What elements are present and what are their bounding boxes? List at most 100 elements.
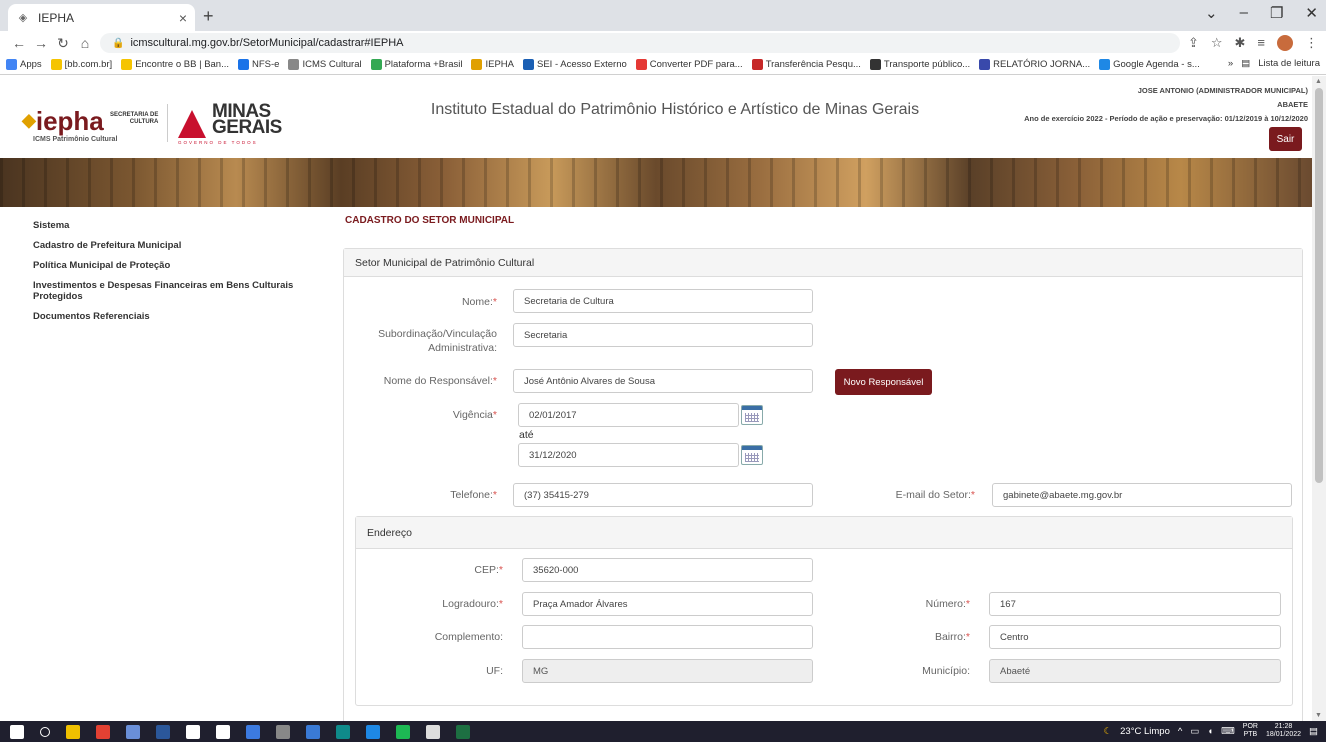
taskbar-app-icon[interactable]: [456, 724, 470, 739]
bookmark-item[interactable]: IEPHA: [471, 59, 514, 70]
taskbar-app-icon[interactable]: [396, 724, 410, 739]
bookmark-star-icon[interactable]: ☆: [1211, 35, 1223, 51]
tab-close-icon[interactable]: ×: [179, 10, 187, 26]
taskbar-app-icon[interactable]: [246, 724, 260, 739]
browser-tab[interactable]: ◈ IEPHA ×: [8, 4, 195, 31]
extensions-icon[interactable]: ✱: [1235, 35, 1246, 51]
bookmark-item[interactable]: ICMS Cultural: [288, 59, 362, 70]
bairro-field[interactable]: Centro: [989, 625, 1281, 649]
bookmark-item[interactable]: NFS-e: [238, 59, 279, 70]
user-name: JOSE ANTONIO (ADMINISTRADOR MUNICIPAL): [1137, 86, 1308, 95]
keyboard-icon[interactable]: ⌨: [1221, 726, 1235, 737]
telefone-field[interactable]: (37) 35415-279: [513, 483, 813, 507]
sidebar-item-cadastro-prefeitura[interactable]: Cadastro de Prefeitura Municipal: [33, 240, 323, 251]
sidebar-item-sistema[interactable]: Sistema: [33, 220, 323, 231]
window-close-icon[interactable]: ✕: [1305, 4, 1318, 22]
bairro-label: Bairro:*: [880, 630, 970, 644]
home-icon[interactable]: ⌂: [74, 35, 96, 51]
sidebar-item-documentos[interactable]: Documentos Referenciais: [33, 311, 323, 322]
bookmark-item[interactable]: Plataforma +Brasil: [370, 59, 462, 70]
subordinacao-label: Subordinação/Vinculação Administrativa:: [378, 328, 497, 354]
clock-time: 21:28: [1274, 723, 1293, 730]
taskbar-app-icon[interactable]: [306, 724, 320, 739]
calendar-icon[interactable]: [741, 405, 763, 425]
minimize-icon[interactable]: –: [1240, 4, 1248, 22]
network-icon[interactable]: ▭: [1190, 726, 1199, 737]
reading-queue-icon[interactable]: ≡: [1257, 35, 1265, 51]
new-tab-button[interactable]: +: [203, 6, 214, 27]
bookmark-item[interactable]: Transferência Pesqu...: [751, 59, 861, 70]
taskbar-app-icon[interactable]: [336, 724, 350, 739]
calendar-icon[interactable]: [741, 445, 763, 465]
taskbar-app-icon[interactable]: [366, 724, 380, 739]
taskbar-app-icon[interactable]: [216, 724, 230, 739]
municipio-label: Município:: [922, 665, 970, 677]
input-language[interactable]: POR PTB: [1243, 723, 1258, 739]
notifications-icon[interactable]: ▤: [1309, 726, 1318, 737]
sidebar-item-investimentos[interactable]: Investimentos e Despesas Financeiras em …: [33, 280, 323, 302]
volume-icon[interactable]: ◖: [1207, 726, 1213, 737]
novo-responsavel-button[interactable]: Novo Responsável: [835, 369, 932, 395]
taskbar-app-icon[interactable]: [156, 724, 170, 739]
responsavel-field[interactable]: José Antônio Alvares de Sousa: [513, 369, 813, 393]
cep-field[interactable]: 35620-000: [522, 558, 813, 582]
municipio-field[interactable]: Abaeté: [989, 659, 1281, 683]
bookmark-item[interactable]: [bb.com.br]: [50, 59, 112, 70]
bookmark-item[interactable]: SEI - Acesso Externo: [523, 59, 627, 70]
tab-search-icon[interactable]: ⌄: [1205, 4, 1218, 22]
clock[interactable]: 21:28 18/01/2022: [1266, 723, 1301, 739]
menu-icon[interactable]: ⋮: [1305, 35, 1318, 51]
subordinacao-field[interactable]: Secretaria: [513, 323, 813, 347]
weather-text[interactable]: 23°C Limpo: [1120, 726, 1170, 737]
forward-icon[interactable]: →: [30, 35, 52, 51]
tray-arrow-icon[interactable]: ^: [1178, 726, 1182, 737]
taskbar-app-icon[interactable]: [276, 724, 290, 739]
bookmark-item[interactable]: Transporte público...: [869, 59, 970, 70]
required-mark: *: [492, 489, 497, 501]
more-bookmarks-icon[interactable]: »: [1228, 58, 1233, 69]
uf-field[interactable]: MG: [522, 659, 813, 683]
bookmark-item[interactable]: RELATÓRIO JORNA...: [979, 59, 1090, 70]
logo-diamond-icon: ◆: [22, 110, 36, 130]
reload-icon[interactable]: ↻: [52, 35, 74, 52]
vigencia-start-field[interactable]: 02/01/2017: [518, 403, 739, 427]
bookmark-label: Google Agenda - s...: [1113, 59, 1200, 70]
system-tray: ☾ 23°C Limpo ^ ▭ ◖ ⌨ POR PTB 21:28 18/01…: [1104, 723, 1318, 739]
vigencia-end-field[interactable]: 31/12/2020: [518, 443, 739, 467]
taskbar-app-icon[interactable]: [426, 724, 440, 739]
scroll-down-icon[interactable]: ▼: [1315, 712, 1322, 719]
bookmark-label: Converter PDF para...: [649, 59, 743, 70]
layout-text: PTB: [1243, 731, 1258, 738]
taskbar-app-icon[interactable]: [40, 726, 50, 737]
numero-field[interactable]: 167: [989, 592, 1281, 616]
iepha-logo[interactable]: ◆iepha: [22, 106, 104, 137]
bookmark-favicon-icon: [121, 59, 133, 70]
bookmark-item[interactable]: Google Agenda - s...: [1099, 59, 1200, 70]
reading-list-button[interactable]: Lista de leitura: [1258, 58, 1320, 69]
logradouro-field[interactable]: Praça Amador Álvares: [522, 592, 813, 616]
scrollbar-thumb[interactable]: [1315, 88, 1323, 483]
scroll-up-icon[interactable]: ▲: [1315, 78, 1322, 85]
required-mark: *: [965, 598, 970, 610]
complemento-field[interactable]: [522, 625, 813, 649]
bookmark-item[interactable]: Apps: [6, 59, 42, 70]
bookmark-item[interactable]: Encontre o BB | Ban...: [121, 59, 229, 70]
back-icon[interactable]: ←: [8, 35, 30, 51]
email-field[interactable]: gabinete@abaete.mg.gov.br: [992, 483, 1292, 507]
logradouro-label: Logradouro:*: [380, 597, 503, 611]
share-icon[interactable]: ⇪: [1188, 35, 1199, 51]
taskbar-app-icon[interactable]: [126, 724, 140, 739]
page-scrollbar[interactable]: ▲ ▼: [1312, 76, 1326, 721]
taskbar-app-icon[interactable]: [96, 724, 110, 739]
taskbar-app-icon[interactable]: [186, 724, 200, 739]
profile-avatar[interactable]: [1277, 35, 1293, 51]
restore-icon[interactable]: ❐: [1270, 4, 1283, 22]
taskbar-app-icon[interactable]: [10, 724, 24, 739]
taskbar-app-icon[interactable]: [66, 724, 80, 739]
nome-field[interactable]: Secretaria de Cultura: [513, 289, 813, 313]
url-field[interactable]: 🔒 icmscultural.mg.gov.br/SetorMunicipal/…: [100, 33, 1180, 53]
sidebar-item-politica-protecao[interactable]: Política Municipal de Proteção: [33, 260, 323, 271]
logout-button[interactable]: Sair: [1269, 127, 1302, 151]
bookmark-item[interactable]: Converter PDF para...: [635, 59, 743, 70]
cep-label-text: CEP:: [474, 564, 499, 576]
